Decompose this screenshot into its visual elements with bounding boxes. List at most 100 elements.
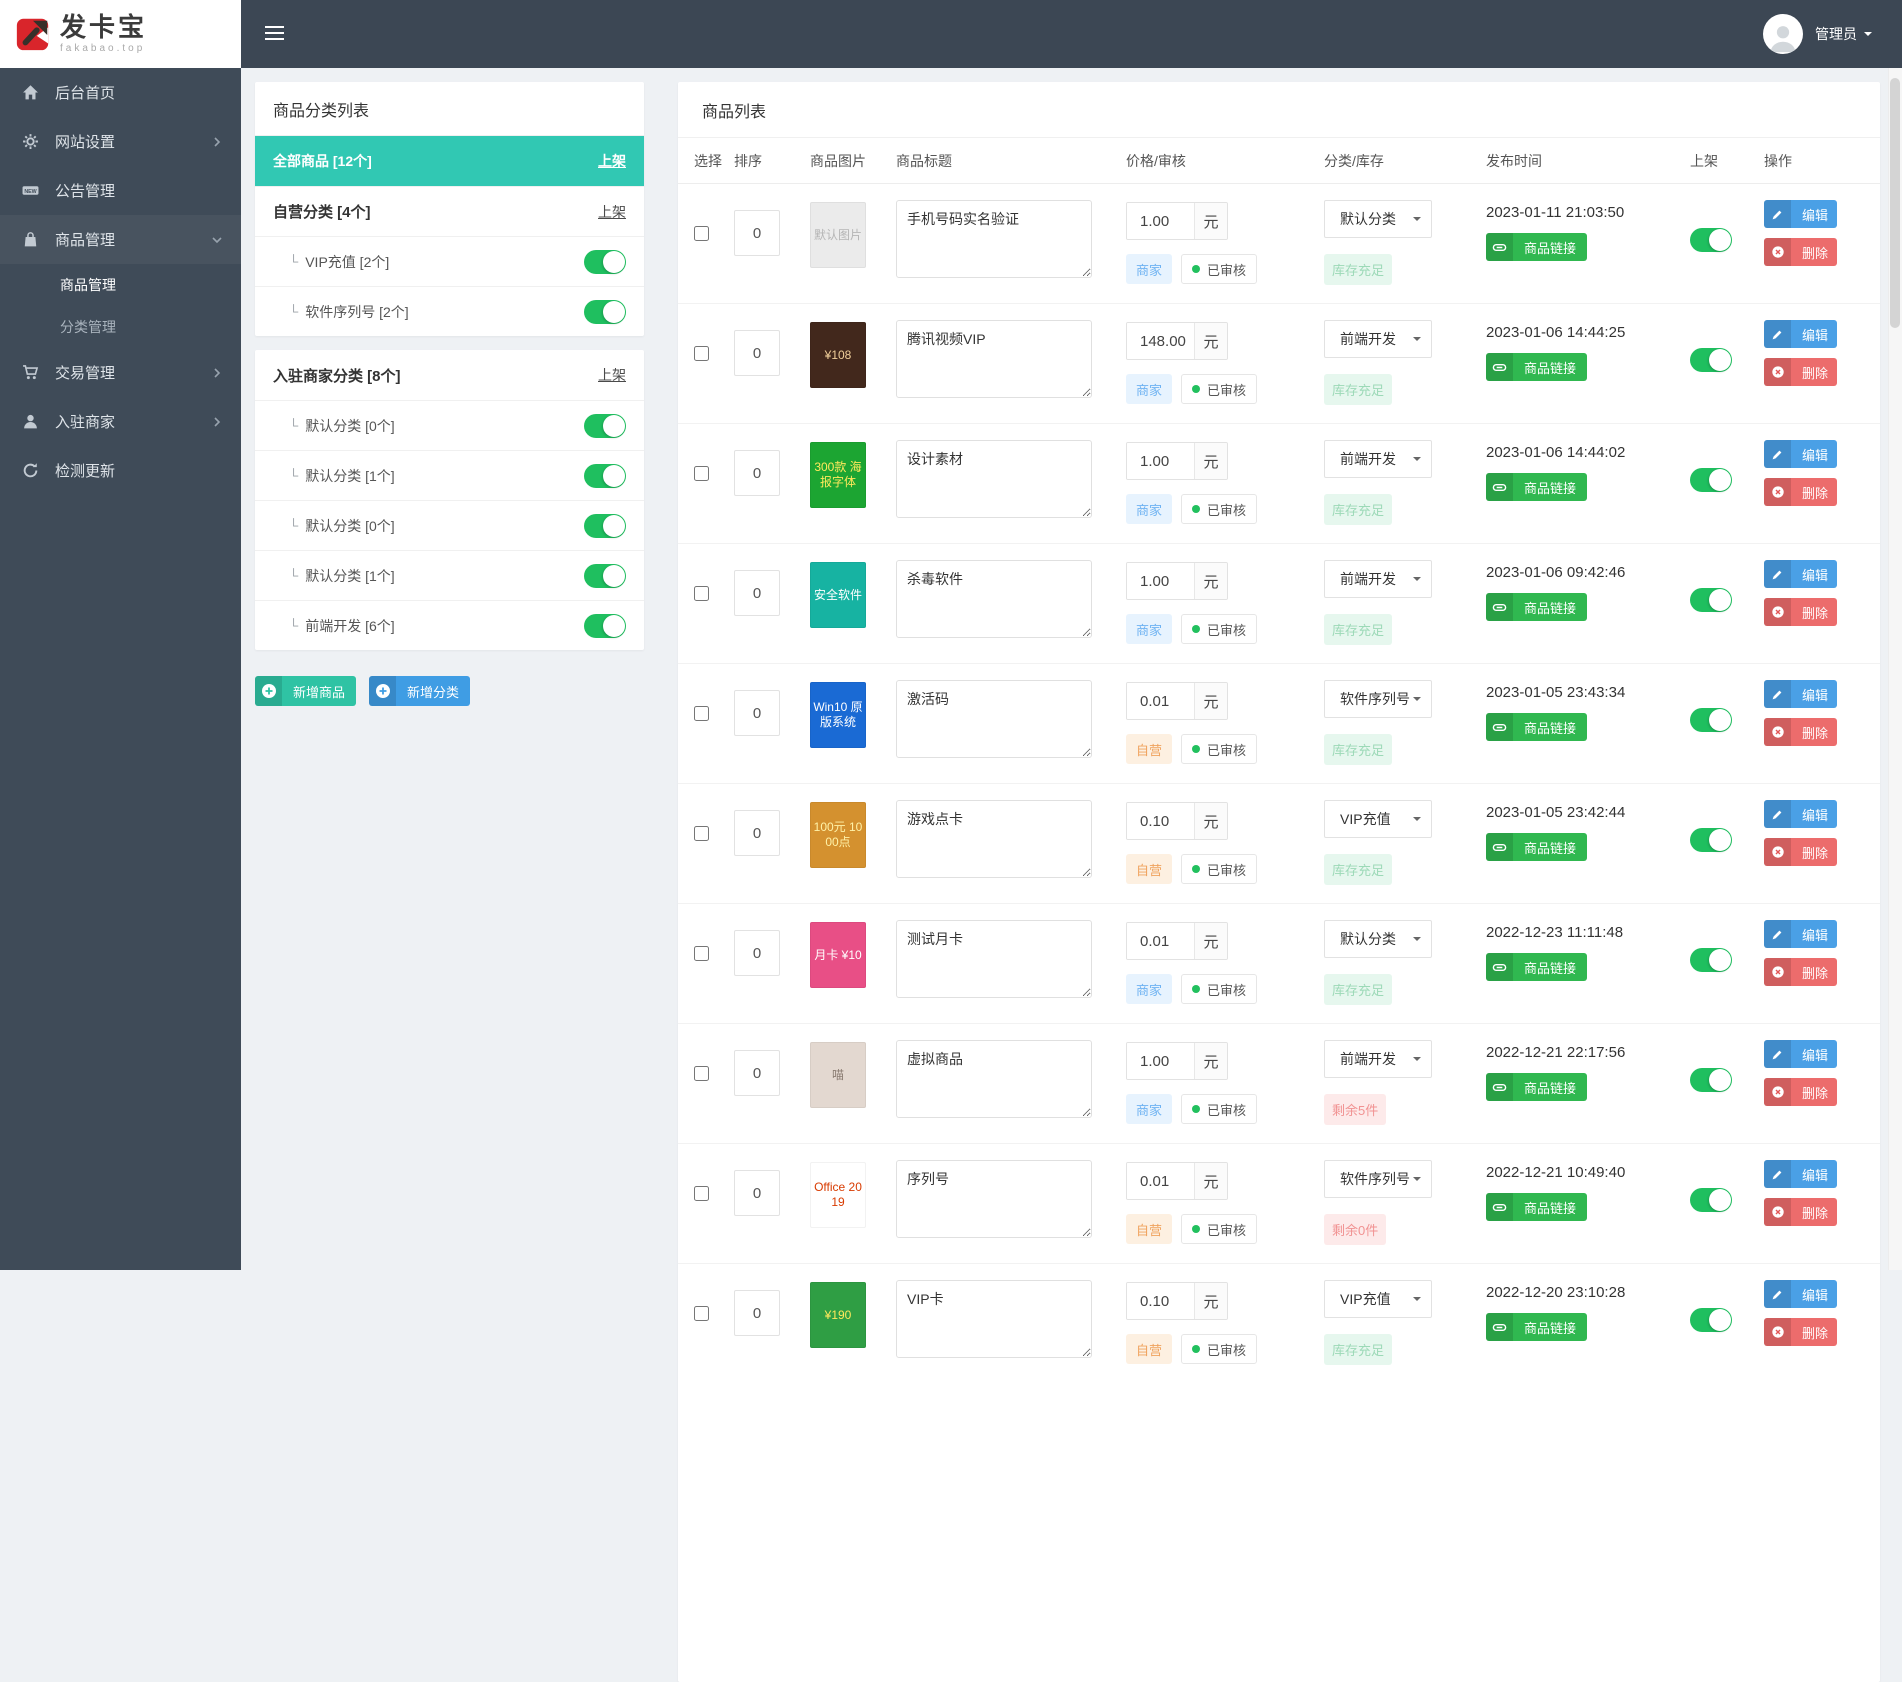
sort-input[interactable] [734,1170,780,1216]
edit-button[interactable]: 编辑 [1764,320,1837,348]
category-select[interactable]: 软件序列号 [1324,1160,1432,1198]
category-item-all[interactable]: 全部商品 [12个] 上架 [255,136,644,186]
product-link-button[interactable]: 商品链接 [1486,353,1587,381]
onsale-toggle[interactable] [1690,1188,1732,1212]
category-enable-toggle[interactable] [584,300,626,324]
onsale-toggle[interactable] [1690,828,1732,852]
edit-button[interactable]: 编辑 [1764,680,1837,708]
product-title-textarea[interactable]: 虚拟商品 [896,1040,1092,1118]
user-menu[interactable]: 管理员 [1763,0,1872,68]
sort-input[interactable] [734,930,780,976]
sidebar-item-dashboard[interactable]: 后台首页 [0,68,241,117]
product-link-button[interactable]: 商品链接 [1486,473,1587,501]
category-select[interactable]: VIP充值 [1324,800,1432,838]
sort-input[interactable] [734,810,780,856]
sort-input[interactable] [734,1050,780,1096]
category-select[interactable]: 前端开发 [1324,560,1432,598]
sidebar-subitem-product-management[interactable]: 商品管理 [0,264,241,306]
category-enable-toggle[interactable] [584,514,626,538]
delete-button[interactable]: 删除 [1764,838,1837,866]
product-link-button[interactable]: 商品链接 [1486,713,1587,741]
edit-button[interactable]: 编辑 [1764,920,1837,948]
delete-button[interactable]: 删除 [1764,238,1837,266]
row-select-checkbox[interactable] [694,706,709,721]
edit-button[interactable]: 编辑 [1764,200,1837,228]
sort-input[interactable] [734,1290,780,1336]
category-sub-item[interactable]: └ 默认分类 [0个] [255,400,644,450]
page-scrollbar[interactable] [1888,68,1902,1270]
add-category-button[interactable]: 新增分类 [369,676,470,706]
sidebar-item-announcements[interactable]: NEW 公告管理 [0,166,241,215]
category-sub-item[interactable]: └ 软件序列号 [2个] [255,286,644,336]
product-title-textarea[interactable]: 游戏点卡 [896,800,1092,878]
sort-input[interactable] [734,690,780,736]
sidebar-item-products[interactable]: 商品管理 [0,215,241,264]
product-link-button[interactable]: 商品链接 [1486,1073,1587,1101]
product-link-button[interactable]: 商品链接 [1486,1193,1587,1221]
category-group-self[interactable]: 自营分类 [4个] 上架 [255,186,644,236]
category-enable-toggle[interactable] [584,250,626,274]
onsale-toggle[interactable] [1690,228,1732,252]
edit-button[interactable]: 编辑 [1764,560,1837,588]
delete-button[interactable]: 删除 [1764,1318,1837,1346]
onsale-toggle[interactable] [1690,1308,1732,1332]
onsale-toggle[interactable] [1690,588,1732,612]
category-select[interactable]: VIP充值 [1324,1280,1432,1318]
price-input[interactable] [1127,803,1194,839]
category-select[interactable]: 软件序列号 [1324,680,1432,718]
category-enable-toggle[interactable] [584,564,626,588]
product-link-button[interactable]: 商品链接 [1486,953,1587,981]
edit-button[interactable]: 编辑 [1764,440,1837,468]
category-group-merchant[interactable]: 入驻商家分类 [8个] 上架 [255,350,644,400]
sort-input[interactable] [734,450,780,496]
category-sub-item[interactable]: └ VIP充值 [2个] [255,236,644,286]
sidebar-collapse-button[interactable] [265,22,287,44]
product-link-button[interactable]: 商品链接 [1486,833,1587,861]
price-input[interactable] [1127,443,1194,479]
edit-button[interactable]: 编辑 [1764,1160,1837,1188]
edit-button[interactable]: 编辑 [1764,1280,1837,1308]
delete-button[interactable]: 删除 [1764,1078,1837,1106]
category-select[interactable]: 前端开发 [1324,320,1432,358]
delete-button[interactable]: 删除 [1764,598,1837,626]
price-input[interactable] [1127,1043,1194,1079]
product-title-textarea[interactable]: 杀毒软件 [896,560,1092,638]
onsale-link[interactable]: 上架 [598,151,626,171]
row-select-checkbox[interactable] [694,226,709,241]
sort-input[interactable] [734,210,780,256]
onsale-link[interactable]: 上架 [598,365,626,385]
sidebar-item-merchants[interactable]: 入驻商家 [0,397,241,446]
product-title-textarea[interactable]: 激活码 [896,680,1092,758]
product-title-textarea[interactable]: 设计素材 [896,440,1092,518]
sort-input[interactable] [734,330,780,376]
price-input[interactable] [1127,203,1194,239]
category-select[interactable]: 前端开发 [1324,1040,1432,1078]
delete-button[interactable]: 删除 [1764,1198,1837,1226]
product-link-button[interactable]: 商品链接 [1486,1313,1587,1341]
row-select-checkbox[interactable] [694,1186,709,1201]
category-sub-item[interactable]: └ 默认分类 [1个] [255,450,644,500]
delete-button[interactable]: 删除 [1764,718,1837,746]
category-select[interactable]: 前端开发 [1324,440,1432,478]
onsale-toggle[interactable] [1690,1068,1732,1092]
category-sub-item[interactable]: └ 前端开发 [6个] [255,600,644,650]
onsale-toggle[interactable] [1690,468,1732,492]
row-select-checkbox[interactable] [694,1066,709,1081]
onsale-link[interactable]: 上架 [598,202,626,222]
category-sub-item[interactable]: └ 默认分类 [1个] [255,550,644,600]
add-product-button[interactable]: 新增商品 [255,676,356,706]
row-select-checkbox[interactable] [694,586,709,601]
product-title-textarea[interactable]: 腾讯视频VIP [896,320,1092,398]
category-enable-toggle[interactable] [584,464,626,488]
price-input[interactable] [1127,563,1194,599]
price-input[interactable] [1127,683,1194,719]
row-select-checkbox[interactable] [694,346,709,361]
onsale-toggle[interactable] [1690,348,1732,372]
row-select-checkbox[interactable] [694,946,709,961]
product-link-button[interactable]: 商品链接 [1486,593,1587,621]
product-title-textarea[interactable]: VIP卡 [896,1280,1092,1358]
sidebar-item-transactions[interactable]: 交易管理 [0,348,241,397]
product-title-textarea[interactable]: 序列号 [896,1160,1092,1238]
row-select-checkbox[interactable] [694,826,709,841]
row-select-checkbox[interactable] [694,466,709,481]
